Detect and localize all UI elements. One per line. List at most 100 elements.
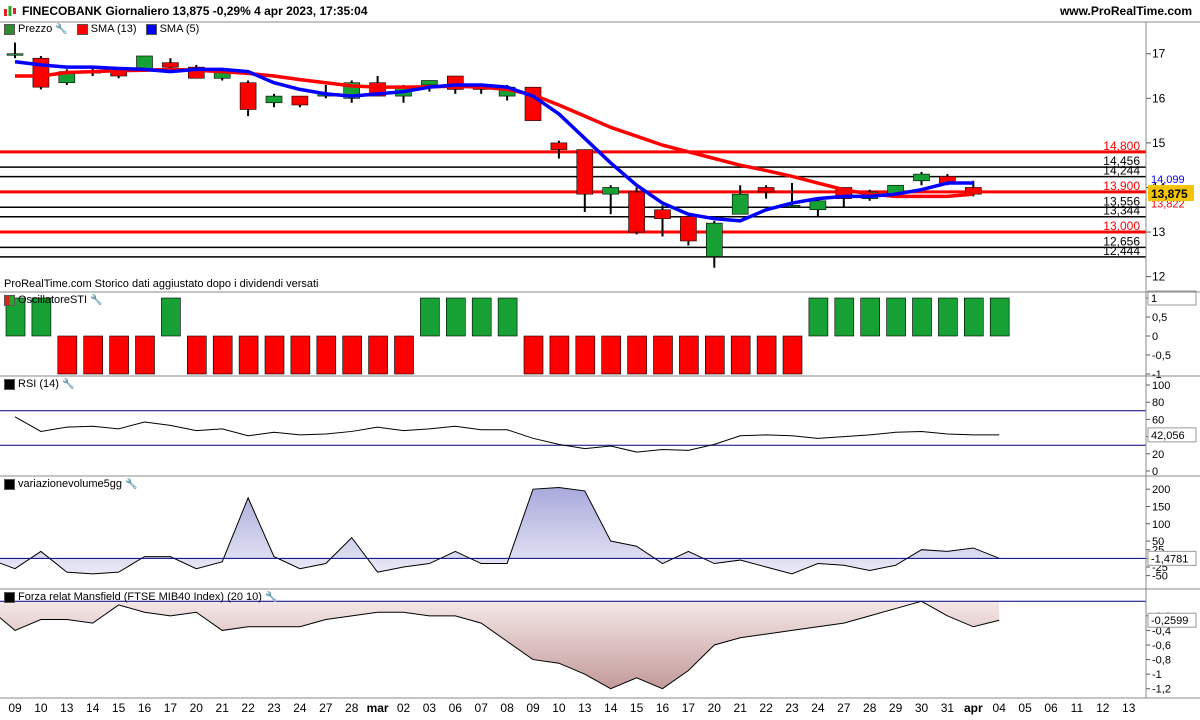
area-fill [0,601,1000,689]
oscillator-bar [549,335,570,375]
brand-link[interactable]: www.ProRealTime.com [1060,0,1192,22]
oscillator-bar [394,335,414,375]
wrench-icon[interactable]: 🔧 [55,24,67,35]
rsi-title[interactable]: RSI (14) [18,378,59,390]
rsi-panel: 10080604020042,056 [0,380,1197,478]
oscillator-bar [523,335,544,375]
prorealtime-logo-icon [4,6,16,16]
volume-change-panel: 20015010050250-25-50-1,4781 [0,484,1197,583]
sma5-swatch [145,23,157,35]
oscillator-bar [238,335,259,375]
oscillator-bar [497,297,518,337]
oscillator-bar [679,335,699,375]
oscillator-bar [756,335,777,375]
x-tick-label: mar [367,701,389,715]
oscillator-swatch [4,294,15,306]
oscillator-title[interactable]: OscillatoreSTI [18,294,87,306]
x-tick-label: 17 [682,701,696,715]
x-tick-label: 14 [86,701,100,715]
price-legend: Prezzo 🔧 SMA (13) SMA (5) [4,23,199,35]
oscillator-bar [653,335,673,375]
oscillator-bar [57,335,78,375]
oscillator-bar [316,335,337,375]
candle-body [705,222,723,257]
legend-price-label[interactable]: Prezzo [18,23,52,35]
x-tick-label: 11 [1071,701,1084,715]
sma13-swatch [76,23,88,35]
candle-body [602,187,620,195]
candle-body [654,209,671,219]
candle-body [757,187,775,193]
x-tick-label: 31 [941,701,955,715]
x-tick-label: 21 [734,701,748,715]
oscillator-bar [704,335,725,375]
level-label: 13,344 [1103,204,1140,218]
y-tick-label: 12 [1152,270,1166,284]
y-tick-label: -1,2 [1152,684,1171,696]
y-tick-label: 60 [1152,414,1164,426]
mansfield-legend: Forza relat Mansfield (FTSE MIB40 Index)… [4,591,277,603]
level-label: 13,900 [1103,179,1140,193]
oscillator-bar [782,335,803,375]
x-tick-label: 13 [578,701,592,715]
oscillator-bar [834,297,855,337]
x-tick-label: 28 [345,701,359,715]
y-tick-label: 0 [1152,331,1158,343]
oscillator-bar [471,297,492,337]
oscillator-legend: OscillatoreSTI 🔧 [4,294,103,306]
volume-title[interactable]: variazionevolume5gg [18,478,122,490]
level-label: 12,444 [1103,244,1140,258]
candle-body [421,80,438,86]
x-tick-label: 16 [138,701,152,715]
y-tick-label: 0,5 [1152,312,1167,324]
level-label: 14,800 [1103,139,1140,153]
mansfield-title[interactable]: Forza relat Mansfield (FTSE MIB40 Index)… [18,591,262,603]
mansfield-swatch [4,591,15,603]
x-tick-label: 04 [993,701,1007,715]
candle-body [136,55,153,70]
candle-body [291,95,309,106]
volume-swatch [4,478,15,490]
x-tick-label: 22 [759,701,773,715]
x-tick-label: 08 [500,701,514,715]
chart-title: FINECOBANK Giornaliero 13,875 -0,29% 4 a… [22,4,368,18]
x-tick-label: 06 [1044,701,1058,715]
x-tick-label: 07 [475,701,489,715]
y-tick-label: 100 [1152,380,1170,392]
oscillator-bar [290,335,311,375]
x-tick-label: 22 [241,701,255,715]
wrench-icon[interactable]: 🔧 [62,379,74,390]
legend-sma13-label[interactable]: SMA (13) [91,23,137,35]
x-tick-label: 24 [811,701,825,715]
x-tick-label: 13 [60,701,74,715]
x-tick-label: 20 [708,701,722,715]
x-axis: 09 10 13 14 15 16 17 20 21 22 23 24 27 28 mar 02 03 06 07 0… [8,701,1135,715]
last-price-label: 13,875 [1151,187,1188,201]
wrench-icon[interactable]: 🔧 [265,592,277,603]
x-tick-label: 17 [164,701,178,715]
y-tick-label: 80 [1152,397,1164,409]
x-tick-label: 23 [267,701,281,715]
oscillator-bar [420,297,440,337]
last-value-label: 14,099 [1151,174,1185,186]
x-tick-label: 21 [216,701,230,715]
x-tick-label: 29 [889,701,903,715]
rsi-legend: RSI (14) 🔧 [4,378,74,390]
x-tick-label: 05 [1018,701,1032,715]
x-tick-label: 28 [863,701,877,715]
y-tick-label: 16 [1152,91,1166,105]
wrench-icon[interactable]: 🔧 [90,295,102,306]
y-tick-label: 13 [1152,225,1166,239]
legend-sma5-label[interactable]: SMA (5) [160,23,200,35]
last-value-label: 1 [1151,293,1157,305]
x-tick-label: 23 [785,701,799,715]
x-tick-label: 16 [656,701,670,715]
rsi-swatch [4,378,15,390]
oscillator-bar [135,335,155,375]
x-tick-label: 06 [449,701,463,715]
rsi-line [14,416,1000,453]
candle-body [162,62,179,68]
wrench-icon[interactable]: 🔧 [125,479,137,490]
candle-body [731,193,749,215]
oscillator-bar [963,297,984,337]
